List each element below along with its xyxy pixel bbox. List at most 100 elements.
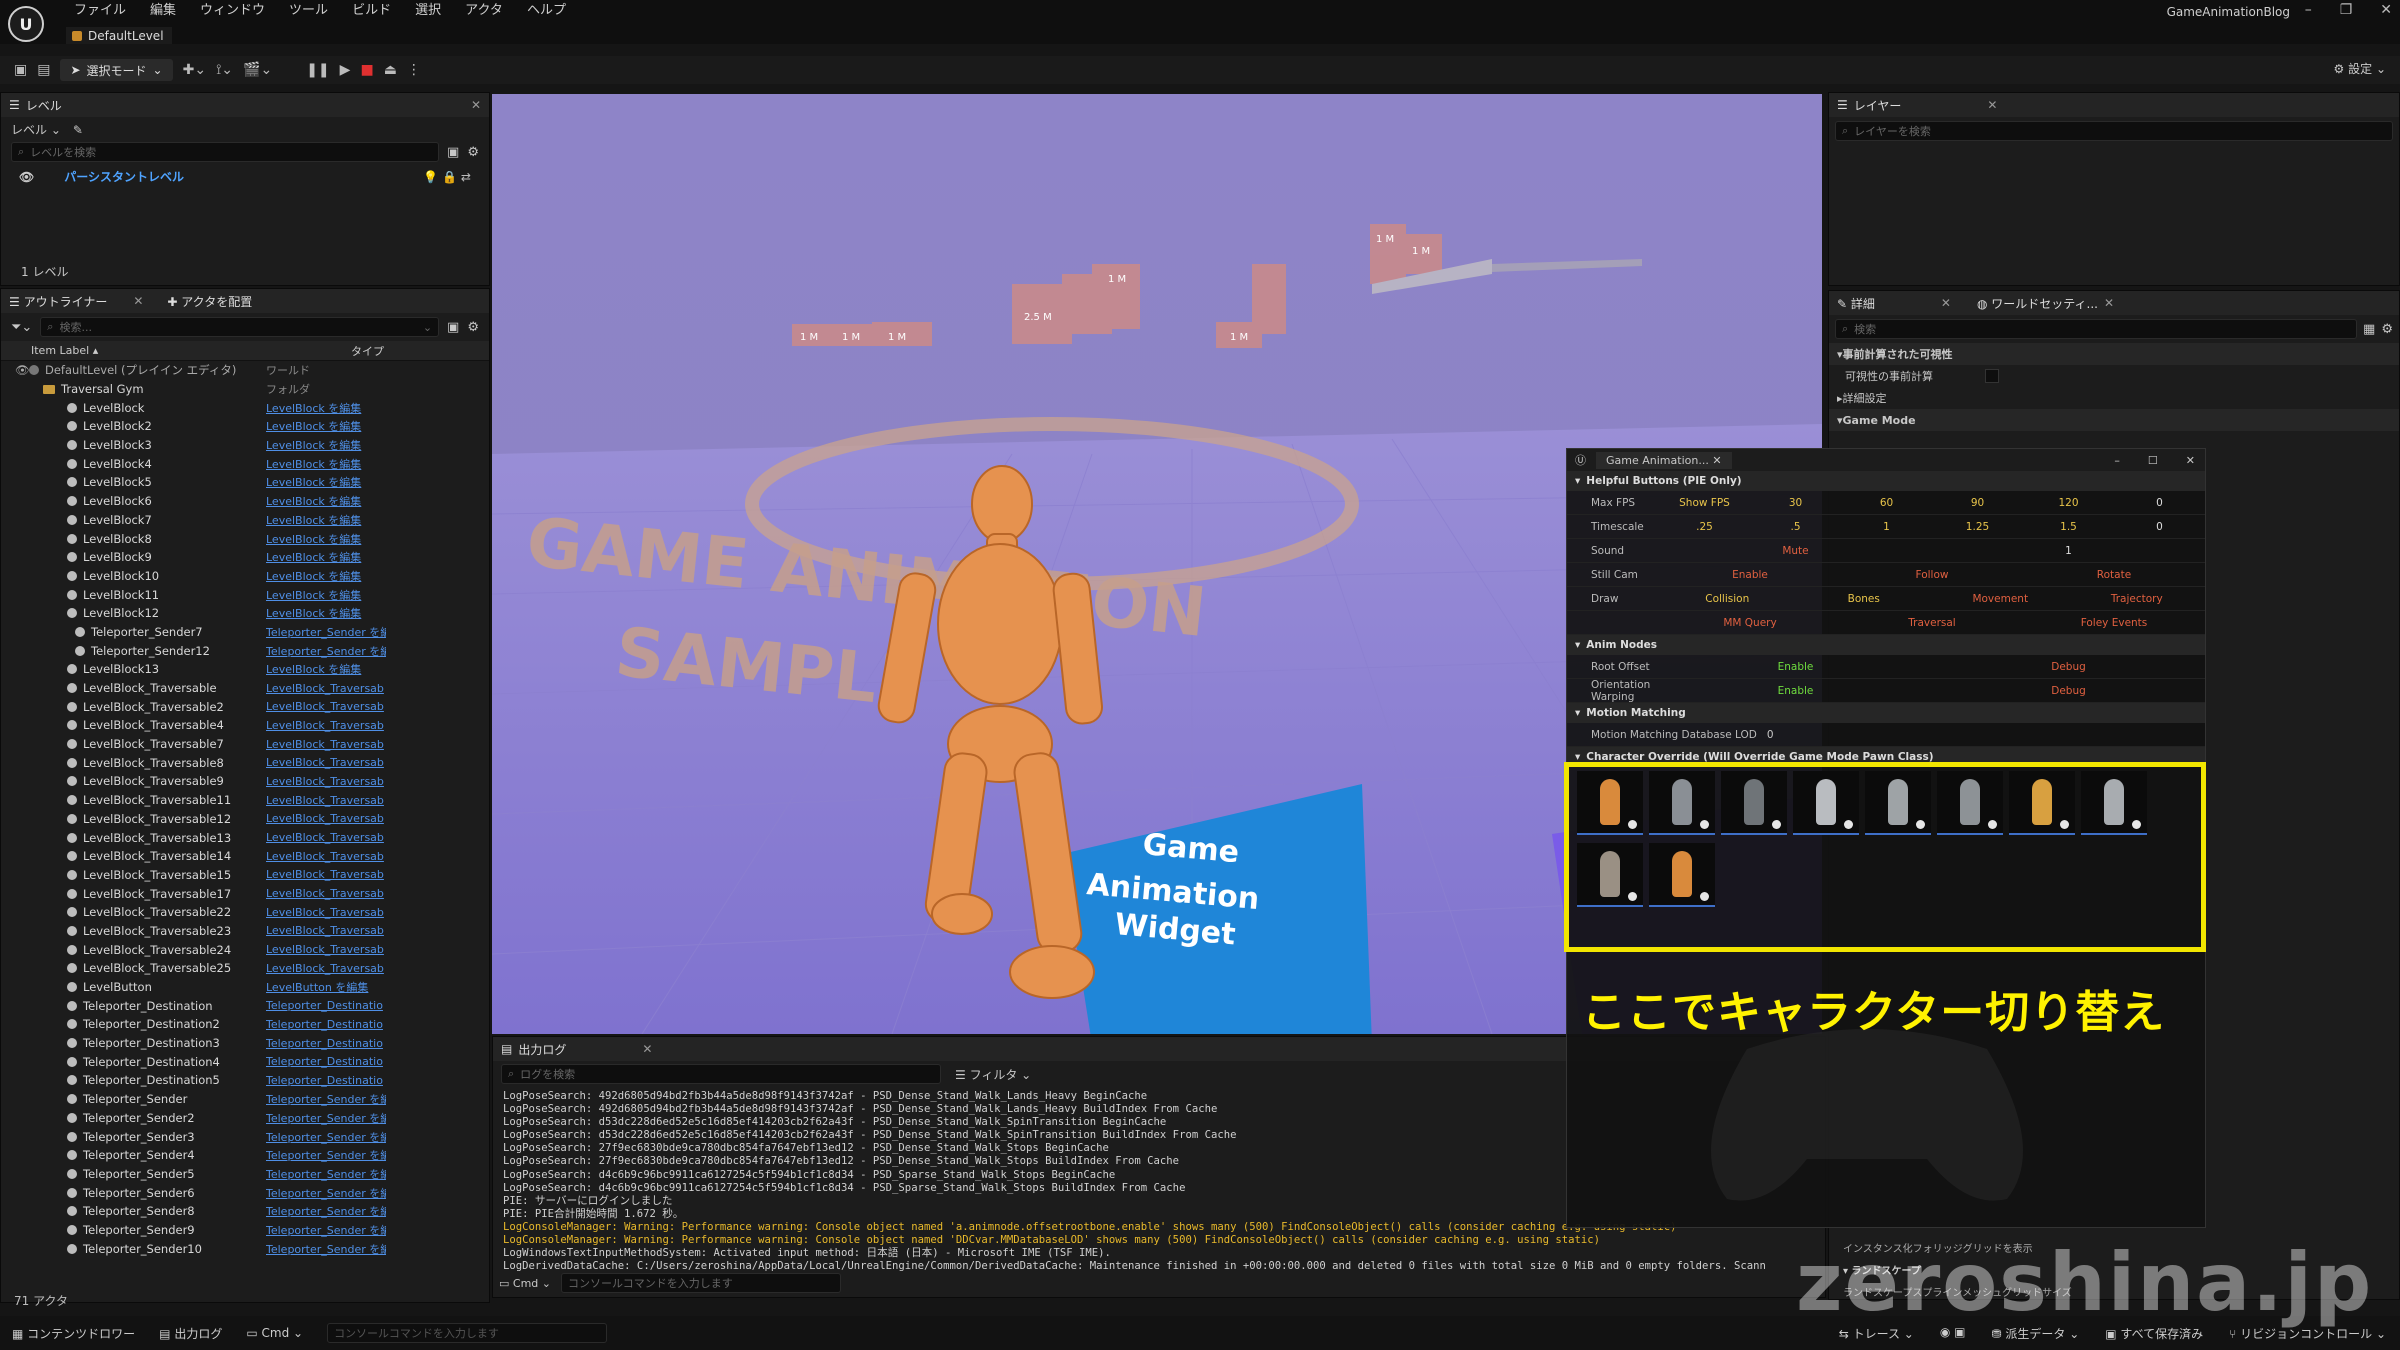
outliner-row[interactable]: LevelBlock_Traversable22 LevelBlock_Trave… — [1, 903, 489, 922]
section-precomputed-visibility[interactable]: ▾ 事前計算された可視性 — [1829, 343, 2399, 365]
outliner-row-type[interactable]: LevelBlock_Traversab — [266, 794, 386, 807]
outliner-row[interactable]: LevelBlock_Traversable14 LevelBlock_Trave… — [1, 847, 489, 866]
widget-tab[interactable]: Game Animation... ✕ — [1596, 451, 1732, 469]
widget-toggle-button[interactable]: Enable — [1659, 661, 1932, 673]
menu-item[interactable]: ビルド — [340, 2, 403, 20]
outliner-row[interactable]: LevelBlock_Traversable17 LevelBlock_Trave… — [1, 884, 489, 903]
cmd-dropdown[interactable]: ▭ Cmd ⌄ — [499, 1277, 551, 1290]
outliner-row-type[interactable]: LevelBlock_Traversab — [266, 962, 386, 975]
outliner-row-type[interactable]: Teleporter_Sender を編 — [266, 1203, 386, 1219]
outliner-row[interactable]: 👁 DefaultLevel (プレイイン エディタ) ワールド — [1, 361, 489, 380]
close-icon[interactable]: ✕ — [1712, 454, 1721, 467]
gear-icon[interactable]: ⚙ — [2381, 322, 2393, 337]
outliner-row-type[interactable]: LevelBlock を編集 — [266, 418, 386, 434]
outliner-row[interactable]: Teleporter_Sender4 Teleporter_Sender を編 — [1, 1146, 489, 1165]
details-search-input[interactable]: ⌕ 検索 — [1835, 319, 2358, 339]
outliner-row-type[interactable]: Teleporter_Sender を編 — [266, 1091, 386, 1107]
widget-toggle-button[interactable]: 0 — [2114, 521, 2205, 533]
outliner-row[interactable]: LevelBlock_Traversable12 LevelBlock_Trave… — [1, 810, 489, 829]
outliner-row[interactable]: LevelBlock_Traversable23 LevelBlock_Trave… — [1, 922, 489, 941]
outliner-row[interactable]: LevelBlock_Traversable15 LevelBlock_Trave… — [1, 866, 489, 885]
outliner-row-type[interactable]: LevelBlock_Traversab — [266, 868, 386, 881]
outliner-row-type[interactable]: LevelBlock_Traversab — [266, 943, 386, 956]
outliner-row-type[interactable]: Teleporter_Sender を編 — [266, 1147, 386, 1163]
widget-toggle-button[interactable]: Trajectory — [2069, 593, 2206, 605]
widget-toggle-button[interactable]: 0 — [2114, 497, 2205, 509]
pencil-icon[interactable]: ✎ — [73, 123, 83, 137]
outliner-row-type[interactable]: Teleporter_Sender を編 — [266, 1222, 386, 1238]
outliner-row[interactable]: Teleporter_Destination Teleporter_Destina… — [1, 996, 489, 1015]
outliner-row-type[interactable]: LevelButton を編集 — [266, 979, 386, 995]
outliner-row-type[interactable]: Teleporter_Destinatio — [266, 999, 386, 1012]
outliner-row-type[interactable]: LevelBlock_Traversab — [266, 700, 386, 713]
close-icon[interactable]: ✕ — [642, 1042, 652, 1056]
outliner-row[interactable]: LevelBlock_Traversable LevelBlock_Travers… — [1, 679, 489, 698]
widget-toggle-button[interactable]: Foley Events — [2023, 617, 2205, 629]
content-icon[interactable]: ▤ — [37, 62, 50, 78]
outliner-row-type[interactable]: LevelBlock を編集 — [266, 437, 386, 453]
outliner-row[interactable]: LevelBlock_Traversable24 LevelBlock_Trave… — [1, 940, 489, 959]
close-icon[interactable]: ✕ — [2186, 454, 2195, 467]
widget-toggle-button[interactable]: 1 — [1932, 545, 2205, 557]
outliner-row-type[interactable]: Teleporter_Destinatio — [266, 1074, 386, 1087]
play-icon[interactable]: ▶ — [340, 62, 351, 78]
type-header[interactable]: タイプ — [351, 343, 384, 359]
eject-icon[interactable]: ⏏ — [384, 62, 397, 78]
item-label-header[interactable]: Item Label ▴ — [31, 344, 351, 357]
outliner-row[interactable]: Teleporter_Sender9 Teleporter_Sender を編 — [1, 1221, 489, 1240]
outliner-row[interactable]: LevelButton LevelButton を編集 — [1, 978, 489, 997]
anim-nodes-section[interactable]: ▾ Anim Nodes — [1567, 635, 2205, 655]
outliner-row-type[interactable]: LevelBlock を編集 — [266, 474, 386, 490]
grid-icon[interactable]: ▦ — [2363, 322, 2375, 337]
outliner-row-type[interactable]: LevelBlock_Traversab — [266, 775, 386, 788]
log-search-input[interactable]: ⌕ ログを検索 — [501, 1064, 941, 1084]
layers-search-input[interactable]: ⌕ レイヤーを検索 — [1835, 121, 2393, 141]
outliner-row-type[interactable]: LevelBlock を編集 — [266, 456, 386, 472]
outliner-row[interactable]: Teleporter_Sender6 Teleporter_Sender を編 — [1, 1183, 489, 1202]
more-options-icon[interactable]: ⋮ — [407, 62, 421, 78]
settings-button[interactable]: ⚙ 設定 ⌄ — [2334, 60, 2386, 77]
outliner-row[interactable]: Teleporter_Sender5 Teleporter_Sender を編 — [1, 1165, 489, 1184]
outliner-row-type[interactable]: Teleporter_Sender を編 — [266, 624, 386, 640]
maximize-icon[interactable]: ☐ — [2148, 454, 2158, 467]
outliner-row[interactable]: LevelBlock9 LevelBlock を編集 — [1, 548, 489, 567]
widget-toggle-button[interactable]: 60 — [1841, 497, 1932, 509]
outliner-row-type[interactable]: LevelBlock を編集 — [266, 568, 386, 584]
close-icon[interactable]: ✕ — [1941, 296, 1951, 310]
cmd-dropdown[interactable]: ▭ Cmd ⌄ — [246, 1326, 303, 1340]
outliner-row[interactable]: Teleporter_Destination2 Teleporter_Destin… — [1, 1015, 489, 1034]
outliner-search-input[interactable]: ⌕ 検索... ⌄ — [40, 317, 440, 337]
outliner-row[interactable]: LevelBlock4 LevelBlock を編集 — [1, 454, 489, 473]
outliner-row[interactable]: Teleporter_Destination5 Teleporter_Destin… — [1, 1071, 489, 1090]
outliner-row[interactable]: Traversal Gym フォルダ — [1, 380, 489, 399]
menu-item[interactable]: 編集 — [138, 2, 188, 20]
lightbulb-icon[interactable]: 💡 🔒 ⇄ — [423, 170, 471, 184]
outliner-row-type[interactable]: Teleporter_Sender を編 — [266, 1185, 386, 1201]
outliner-row[interactable]: LevelBlock LevelBlock を編集 — [1, 398, 489, 417]
outliner-row-type[interactable]: Teleporter_Destinatio — [266, 1018, 386, 1031]
outliner-row-type[interactable]: Teleporter_Destinatio — [266, 1055, 386, 1068]
gear-icon[interactable]: ⚙ — [467, 145, 479, 160]
outliner-row-type[interactable]: Teleporter_Sender を編 — [266, 1241, 386, 1257]
outliner-row-type[interactable]: LevelBlock を編集 — [266, 531, 386, 547]
widget-toggle-button[interactable]: .5 — [1750, 521, 1841, 533]
blueprint-icon[interactable]: ⟟⌄ — [216, 62, 233, 78]
outliner-row[interactable]: LevelBlock7 LevelBlock を編集 — [1, 511, 489, 530]
outliner-row[interactable]: LevelBlock8 LevelBlock を編集 — [1, 529, 489, 548]
outliner-row[interactable]: Teleporter_Sender8 Teleporter_Sender を編 — [1, 1202, 489, 1221]
outliner-row-type[interactable]: Teleporter_Sender を編 — [266, 1129, 386, 1145]
level-tab[interactable]: DefaultLevel — [66, 27, 172, 44]
widget-toggle-button[interactable]: 1.5 — [2023, 521, 2114, 533]
widget-toggle-button[interactable]: Debug — [1932, 685, 2205, 697]
widget-toggle-button[interactable]: MM Query — [1659, 617, 1841, 629]
outliner-row-type[interactable]: LevelBlock を編集 — [266, 400, 386, 416]
widget-toggle-button[interactable]: Show FPS — [1659, 497, 1750, 509]
widget-toggle-button[interactable]: Movement — [1932, 593, 2069, 605]
details-tab[interactable]: ✎ 詳細 — [1837, 295, 1875, 312]
widget-toggle-button[interactable]: 1 — [1841, 521, 1932, 533]
outliner-row[interactable]: LevelBlock3 LevelBlock を編集 — [1, 436, 489, 455]
close-icon[interactable]: ✕ — [2104, 296, 2114, 310]
outliner-row[interactable]: LevelBlock12 LevelBlock を編集 — [1, 604, 489, 623]
close-icon[interactable]: ✕ — [471, 98, 481, 112]
outliner-row-type[interactable]: LevelBlock を編集 — [266, 512, 386, 528]
